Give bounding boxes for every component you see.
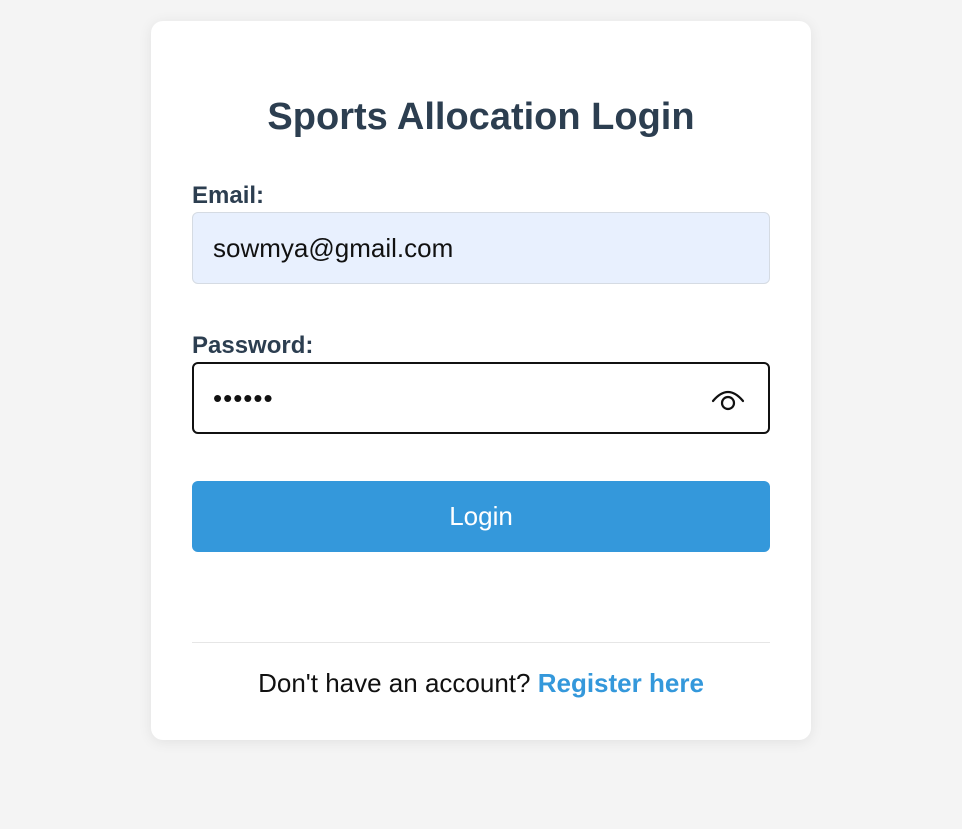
register-link[interactable]: Register here — [538, 668, 704, 698]
email-field-container — [192, 212, 770, 284]
email-field[interactable] — [193, 213, 769, 283]
page-title: Sports Allocation Login — [267, 96, 695, 138]
register-prompt: Don't have an account? Register here — [151, 667, 811, 699]
password-label: Password: — [192, 332, 314, 359]
eye-icon[interactable] — [710, 384, 746, 414]
login-card: Sports Allocation Login Email: Password:… — [151, 21, 811, 740]
login-button[interactable]: Login — [192, 481, 770, 552]
password-field-container — [192, 362, 770, 434]
register-prompt-text: Don't have an account? — [258, 668, 531, 698]
email-label: Email: — [192, 182, 265, 209]
divider — [192, 642, 770, 643]
password-field[interactable] — [194, 364, 768, 432]
